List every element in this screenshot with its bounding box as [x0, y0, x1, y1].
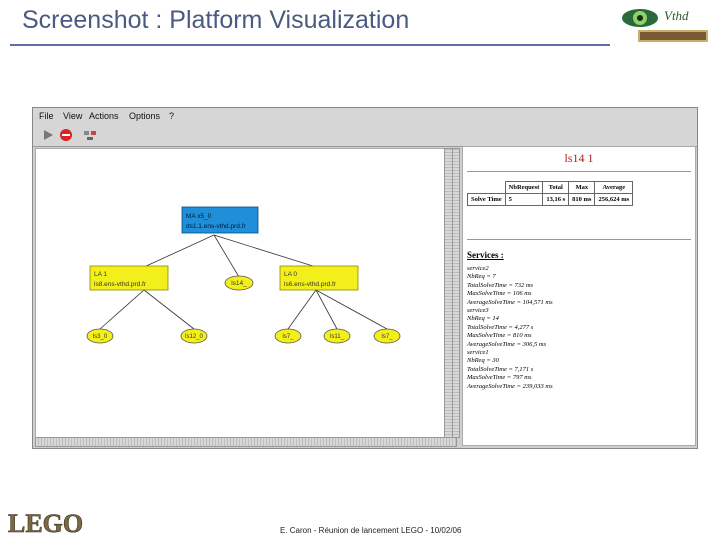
menu-actions[interactable]: Actions [89, 111, 119, 121]
node-la1-name: LA 1 [94, 271, 107, 278]
play-icon[interactable] [41, 128, 55, 142]
info-divider-top [467, 171, 691, 172]
menu-view[interactable]: View [63, 111, 82, 121]
node-sed-2[interactable]: ls12_0 [180, 328, 208, 344]
list-item: TotalSolveTime = 732 ms [467, 281, 534, 289]
platform-graph: MA x5_0 ds1.1.ens-vthd.prd.fr LA 1 ls8.e… [86, 206, 401, 344]
node-sed-3[interactable]: ls7_ [274, 328, 302, 344]
node-sed-2-name: ls12_0 [185, 334, 203, 340]
node-sed-3-name: ls7_ [282, 334, 294, 340]
node-sed-4-name: ls11_ [330, 334, 345, 340]
info-divider-mid [467, 239, 691, 240]
menu-bar: File View Actions Options ? [33, 108, 697, 124]
stats-header-nbrequest: NbRequest [504, 181, 544, 194]
node-la1-host: ls8.ens-vthd.prd.fr [94, 281, 147, 288]
edge-la1-s1 [99, 289, 145, 330]
list-item: service2 [467, 265, 489, 272]
list-item: AverageSolveTime = 306,5 ms [467, 340, 547, 348]
stats-header-blank [468, 182, 506, 194]
platform-viewer-window: File View Actions Options ? MA x5_0 ds1.… [32, 107, 698, 449]
stats-header-row: NbRequest Total Max Average [468, 181, 634, 194]
network-icon[interactable] [83, 128, 97, 142]
title-divider [10, 44, 610, 46]
edge-la1-s2 [143, 289, 195, 330]
node-sed-1-name: ls3_0 [93, 334, 108, 340]
edge-la2-s3 [287, 289, 317, 330]
toolbar [33, 124, 697, 147]
edge-ma-la2 [213, 234, 317, 268]
list-item: NbReq = 30 [467, 357, 499, 365]
slide-footer: E. Caron - Réunion de lancement LEGO - 1… [280, 526, 462, 535]
node-la2-name: LA 0 [284, 271, 297, 278]
info-title: ls14 1 [564, 151, 594, 165]
stop-icon[interactable] [59, 128, 73, 142]
lego-logo-text: LEGO [8, 509, 83, 536]
node-la1[interactable]: LA 1 ls8.ens-vthd.prd.fr [89, 265, 169, 291]
stats-table: NbRequest Total Max Average Solve Time 5… [467, 181, 634, 206]
services-list: service2 NbReq = 7 TotalSolveTime = 732 … [467, 265, 553, 391]
list-item: service3 [467, 307, 489, 315]
node-sed-4[interactable]: ls11_ [323, 328, 351, 344]
node-ma-name: MA x5_0 [186, 213, 212, 220]
stats-max: 810 ms [568, 193, 596, 206]
list-item: MaxSolveTime = 106 ms [467, 290, 532, 298]
menu-file[interactable]: File [39, 111, 54, 121]
node-ls14[interactable]: ls14_ [224, 275, 254, 291]
stats-header-average: Average [594, 181, 634, 194]
node-la2-host: ls6.ens-vthd.prd.fr [284, 281, 337, 288]
table-row: Solve Time 5 13,16 s 810 ms 256,624 ms [467, 193, 634, 206]
list-item: MaxSolveTime = 810 ms [467, 332, 532, 340]
node-ma[interactable]: MA x5_0 ds1.1.ens-vthd.prd.fr [181, 206, 259, 234]
lego-logo: LEGO [8, 509, 84, 536]
stats-header-max: Max [568, 181, 596, 194]
list-item: AverageSolveTime = 239,033 ms [467, 382, 553, 390]
node-la2[interactable]: LA 0 ls6.ens-vthd.prd.fr [279, 265, 359, 291]
list-item: TotalSolveTime = 7,171 s [467, 365, 534, 373]
graph-pane[interactable]: MA x5_0 ds1.1.ens-vthd.prd.fr LA 1 ls8.e… [35, 148, 445, 438]
node-sed-1[interactable]: ls3_0 [86, 328, 114, 344]
splitter-handle[interactable] [452, 148, 460, 438]
menu-help[interactable]: ? [169, 111, 174, 121]
vthd-logo-text: Vthd [664, 8, 689, 23]
stats-total: 13,16 s [542, 193, 570, 206]
menu-options[interactable]: Options [129, 111, 160, 121]
slide-title: Screenshot : Platform Visualization [22, 6, 410, 34]
node-ma-host: ds1.1.ens-vthd.prd.fr [186, 223, 246, 230]
node-ls14-name: ls14_ [231, 280, 247, 287]
list-item: service1 [467, 349, 489, 357]
node-sed-5-name: ls7_ [381, 334, 393, 340]
node-sed-5[interactable]: ls7_ [373, 328, 401, 344]
list-item: AverageSolveTime = 104,571 ms [467, 298, 553, 306]
stats-row-label: Solve Time [467, 193, 506, 206]
edge-ma-la1 [143, 234, 215, 268]
node-info-pane: ls14 1 NbRequest Total Max Average Solve… [462, 146, 696, 446]
list-item: NbReq = 14 [467, 315, 499, 323]
stats-average: 256,624 ms [594, 193, 634, 206]
services-heading: Services : [467, 250, 504, 260]
list-item: NbReq = 7 [467, 273, 496, 281]
stats-nbrequest: 5 [504, 193, 544, 206]
stats-header-total: Total [542, 181, 570, 194]
vthd-logo: Vthd [622, 8, 708, 42]
list-item: MaxSolveTime = 797 ms [467, 374, 532, 382]
graph-horizontal-scrollbar[interactable] [35, 437, 457, 447]
list-item: TotalSolveTime = 4,277 s [467, 323, 534, 331]
